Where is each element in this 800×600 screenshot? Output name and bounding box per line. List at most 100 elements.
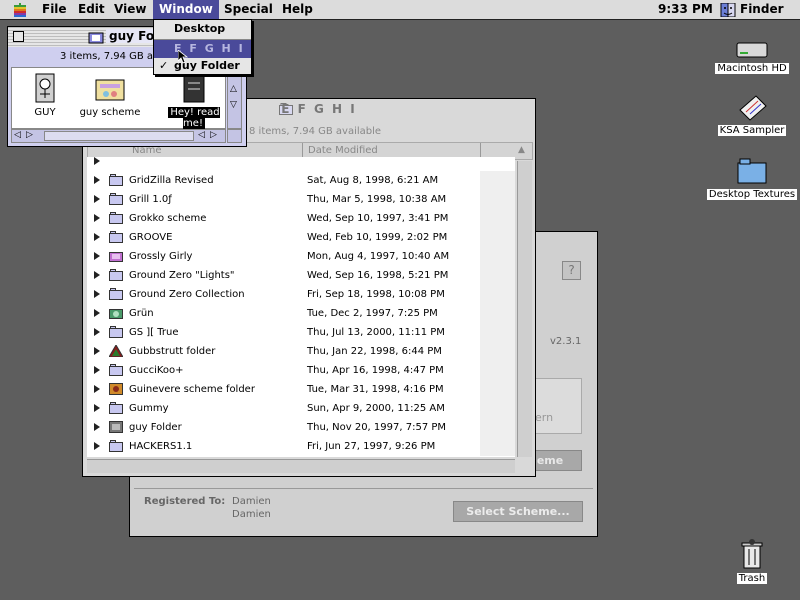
list-item[interactable]: GridZilla Revised Sat, Aug 8, 1998, 6:21… — [87, 171, 515, 190]
sort-column — [480, 437, 515, 456]
list-item[interactable]: Gubbstrutt folder Thu, Jan 22, 1998, 6:4… — [87, 342, 515, 361]
scroll-right-arrow-icon[interactable]: ▷ — [210, 130, 217, 140]
vertical-scrollbar[interactable] — [517, 161, 532, 457]
disclosure-triangle-icon[interactable] — [94, 195, 100, 203]
scroll-down-arrow-icon[interactable]: ▽ — [230, 100, 237, 110]
list-item-date: Mon, Aug 4, 1997, 10:40 AM — [307, 251, 450, 262]
list-item[interactable] — [87, 157, 515, 171]
list-item[interactable]: Guinevere scheme folder Tue, Mar 31, 199… — [87, 380, 515, 399]
disclosure-triangle-icon[interactable] — [94, 423, 100, 431]
list-item[interactable]: Ground Zero "Lights" Wed, Sep 16, 1998, … — [87, 266, 515, 285]
document-icon — [736, 92, 768, 122]
sort-column — [480, 247, 515, 266]
horizontal-scrollbar[interactable] — [87, 459, 515, 473]
list-item[interactable]: Ground Zero Collection Fri, Sep 18, 1998… — [87, 285, 515, 304]
list-item[interactable]: guy Folder Thu, Nov 20, 1997, 7:57 PM — [87, 418, 515, 437]
sort-column — [480, 323, 515, 342]
folder-icon — [109, 440, 123, 452]
scroll-thumb[interactable] — [44, 131, 194, 141]
help-button[interactable]: ? — [562, 261, 581, 280]
horizontal-scrollbar[interactable]: ◁ ▷ ◁ ▷ — [11, 129, 226, 143]
folder-icon — [109, 231, 123, 243]
scheme-icon — [94, 72, 126, 104]
disclosure-triangle-icon[interactable] — [94, 214, 100, 222]
disclosure-triangle-icon[interactable] — [94, 271, 100, 279]
list-item-name: Grokko scheme — [129, 213, 207, 224]
desktop-icon-label: KSA Sampler — [717, 125, 787, 136]
disclosure-triangle-icon[interactable] — [94, 309, 100, 317]
checkmark-icon: ✓ — [159, 59, 169, 72]
list-item[interactable]: Gummy Sun, Apr 9, 2000, 11:25 AM — [87, 399, 515, 418]
menu-item-efghi[interactable]: E F G H I — [154, 40, 251, 58]
disclosure-triangle-icon[interactable] — [94, 233, 100, 241]
list-item[interactable]: Grün Tue, Dec 2, 1997, 7:25 PM — [87, 304, 515, 323]
disclosure-triangle-icon[interactable] — [94, 404, 100, 412]
scroll-up-arrow-icon[interactable]: △ — [230, 84, 237, 94]
list-item[interactable]: GS ][ True Thu, Jul 13, 2000, 11:11 PM — [87, 323, 515, 342]
disclosure-triangle-icon[interactable] — [94, 366, 100, 374]
list-item[interactable]: GROOVE Wed, Feb 10, 1999, 2:02 PM — [87, 228, 515, 247]
apple-icon[interactable] — [12, 3, 28, 17]
custom-folder-icon — [109, 421, 123, 433]
custom-folder-icon — [108, 344, 124, 358]
close-box-icon[interactable] — [13, 31, 24, 42]
guy-app-item[interactable]: GUY — [16, 72, 74, 118]
sort-column — [480, 209, 515, 228]
guy-scheme-label: guy scheme — [79, 107, 141, 118]
disclosure-triangle-icon[interactable] — [94, 290, 100, 298]
guy-readme-item[interactable]: Hey! read me! — [158, 72, 230, 129]
desktop-icon-label: Trash — [736, 573, 768, 584]
menu-file[interactable]: File — [36, 0, 73, 19]
list-item-name: Ground Zero Collection — [129, 289, 245, 300]
desktop-icon-macintosh-hd[interactable]: Macintosh HD — [712, 40, 792, 74]
list-item[interactable]: HACKERS1.1 Fri, Jun 27, 1997, 9:26 PM — [87, 437, 515, 456]
folder-icon — [109, 288, 123, 300]
desktop-icon-ksa-sampler[interactable]: KSA Sampler — [712, 92, 792, 136]
disclosure-triangle-icon[interactable] — [94, 328, 100, 336]
version-label: v2.3.1 — [550, 336, 582, 347]
sort-column — [480, 228, 515, 247]
guy-scheme-item[interactable]: guy scheme — [74, 72, 146, 118]
list-item-name: GridZilla Revised — [129, 175, 214, 186]
desktop-icon-label: Macintosh HD — [715, 63, 789, 74]
sort-direction-icon[interactable]: ▲ — [518, 145, 525, 155]
menu-item-guy-folder[interactable]: ✓ guy Folder — [154, 57, 251, 75]
menu-help[interactable]: Help — [276, 0, 319, 19]
list-item-date: Wed, Sep 16, 1998, 5:21 PM — [307, 270, 449, 281]
registered-name-line2: Damien — [232, 509, 271, 520]
menu-window[interactable]: Window — [153, 0, 219, 19]
scroll-left-arrow-icon[interactable]: ◁ — [198, 130, 205, 140]
list-item[interactable]: Grill 1.0ƒ Thu, Mar 5, 1998, 10:38 AM — [87, 190, 515, 209]
scroll-left-arrow-icon[interactable]: ◁ — [14, 130, 21, 140]
disclosure-triangle-icon[interactable] — [94, 442, 100, 450]
menu-view[interactable]: View — [108, 0, 152, 19]
select-scheme-button[interactable]: Select Scheme... — [453, 501, 583, 522]
disclosure-triangle-icon[interactable] — [94, 252, 100, 260]
custom-folder-icon — [109, 383, 123, 395]
sort-column — [480, 171, 515, 190]
menu-edit[interactable]: Edit — [72, 0, 111, 19]
column-header-date[interactable]: Date Modified — [308, 145, 378, 156]
list-item[interactable]: Grossly Girly Mon, Aug 4, 1997, 10:40 AM — [87, 247, 515, 266]
vertical-scrollbar[interactable]: △ ▽ — [227, 67, 242, 129]
menu-app-name[interactable]: Finder — [734, 0, 790, 19]
resize-box-icon[interactable] — [227, 129, 242, 143]
menu-clock[interactable]: 9:33 PM — [652, 0, 719, 19]
menu-special[interactable]: Special — [218, 0, 279, 19]
folder-icon — [109, 269, 123, 281]
list-item[interactable]: Grokko scheme Wed, Sep 10, 1997, 3:41 PM — [87, 209, 515, 228]
disclosure-triangle-icon[interactable] — [94, 176, 100, 184]
desktop-icon-trash[interactable]: Trash — [722, 538, 782, 584]
disclosure-triangle-icon[interactable] — [94, 347, 100, 355]
menu-item-desktop[interactable]: Desktop — [154, 20, 251, 38]
disclosure-triangle-icon[interactable] — [94, 157, 100, 165]
efghi-window: E F G H I 8 items, 7.94 GB available Nam… — [82, 98, 536, 477]
custom-folder-icon — [109, 307, 123, 319]
disclosure-triangle-icon[interactable] — [94, 385, 100, 393]
folder-icon — [88, 30, 104, 44]
scroll-right-arrow-icon[interactable]: ▷ — [26, 130, 33, 140]
folder-icon — [109, 326, 123, 338]
list-item[interactable]: GucciKoo+ Thu, Apr 16, 1998, 4:47 PM — [87, 361, 515, 380]
select-scheme-label: Select Scheme... — [466, 505, 570, 518]
desktop-icon-desktop-textures[interactable]: Desktop Textures — [706, 156, 798, 200]
